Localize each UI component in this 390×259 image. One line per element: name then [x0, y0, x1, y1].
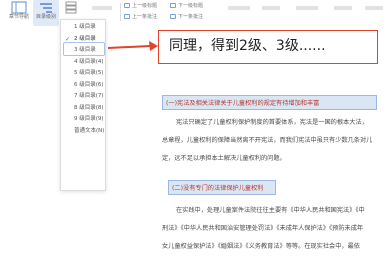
- dropdown-item-label: 5 级目录(5): [74, 70, 104, 76]
- dropdown-item-label: 9 级目录(9): [74, 116, 104, 122]
- dropdown-item-label: 7 级目录(7): [74, 93, 104, 99]
- next-heading-label: 下一级标题: [178, 3, 204, 9]
- dropdown-item-label: 2 级目录: [74, 35, 96, 42]
- arrow-right-icon: [107, 41, 158, 51]
- prev-comment-icon: [124, 14, 130, 19]
- stack-icon: [65, 1, 77, 14]
- dropdown-item-level-1[interactable]: 1 级目录: [61, 22, 105, 34]
- outline-level-icon: [40, 3, 52, 13]
- dropdown-item-level-5[interactable]: 5 级目录(5): [61, 68, 105, 80]
- dropdown-item-label: 3 级目录: [74, 47, 96, 53]
- dropdown-item-label: 6 级目录(6): [74, 81, 104, 88]
- dropdown-item-level-2[interactable]: ✓ 2 级目录: [61, 34, 105, 46]
- outline-level-dropdown: 1 级目录 ✓ 2 级目录 3 级目录 4 级目录(4) 5 级目录(5) 6 …: [60, 19, 106, 191]
- prev-comment-button[interactable]: 上一条批注: [124, 13, 157, 20]
- outline-level-button[interactable]: 目录级别: [33, 0, 59, 26]
- faint-toolbar-item: [262, 6, 280, 10]
- paragraph-line: 女儿童权益保护法》《婚姻法》《义务教育法》等等。在现实社会中，最依: [162, 243, 360, 250]
- dropdown-item-label: 1 级目录: [74, 24, 96, 30]
- next-heading-icon: [170, 3, 176, 8]
- prev-heading-button[interactable]: 上一级标题: [124, 2, 157, 9]
- heading-level-2[interactable]: (二)没有专门的法律保护儿童权利: [168, 180, 276, 195]
- chapter-nav-label: 章节导航: [8, 14, 29, 20]
- faint-toolbar-item: [365, 6, 383, 10]
- next-heading-button[interactable]: 下一级标题: [170, 2, 203, 9]
- paragraph-line: 宪法只确定了儿童权利保护制度的首要体系，宪法是一国的根本大法，: [176, 119, 368, 126]
- dropdown-item-label: 普通文本(N): [74, 127, 105, 134]
- checkmark-icon: ✓: [65, 35, 71, 43]
- dropdown-item-label: 4 级目录(4): [74, 58, 104, 65]
- paragraph-line: 总章程，儿童权利的保障当然离不开宪法，而我们宪法中虽只有少数几条对儿: [162, 137, 373, 144]
- paragraph-line: 在实践中，处理儿童案件法院往往主要有《中华人民共和国宪法》《中: [176, 207, 365, 214]
- next-comment-label: 下一条批注: [178, 14, 204, 20]
- word-document-window: 章节导航 目录级别 ▾ 上一级标题 上一条批注: [0, 0, 390, 259]
- outline-level-label: 目录级别: [35, 14, 56, 20]
- dropdown-item-level-4[interactable]: 4 级目录(4): [61, 57, 105, 69]
- dropdown-item-level-7[interactable]: 7 级目录(7): [61, 91, 105, 103]
- dropdown-item-body-text[interactable]: 普通文本(N): [61, 126, 105, 138]
- annotation-callout: 同理，得到2级、3级......: [158, 30, 378, 64]
- next-comment-button[interactable]: 下一条批注: [170, 13, 203, 20]
- prev-heading-label: 上一级标题: [132, 3, 158, 9]
- paragraph-line: 定，远不足以承担本土解决儿童权利的问题。: [162, 155, 286, 162]
- next-comment-icon: [170, 14, 176, 19]
- reference-toolbar: 章节导航 目录级别 ▾ 上一级标题 上一条批注: [0, 0, 390, 31]
- dropdown-item-level-8[interactable]: 8 级目录(8): [61, 103, 105, 115]
- dropdown-item-label: 8 级目录(8): [74, 104, 104, 111]
- dropdown-item-level-3[interactable]: 3 级目录: [61, 45, 105, 57]
- faint-toolbar-item: [334, 6, 352, 10]
- prev-comment-label: 上一条批注: [132, 14, 158, 20]
- paragraph-line: 刑法》《中华人民共和国治安管理处罚法》《未成年人保护法》《预防未成年: [162, 225, 364, 232]
- heading-level-1[interactable]: (一)宪法及相关法律关于儿童权利的规定有待增加和丰富: [162, 95, 377, 110]
- faint-toolbar-item: [296, 6, 318, 10]
- chapter-nav-button[interactable]: 章节导航: [6, 0, 32, 21]
- dropdown-item-level-6[interactable]: 6 级目录(6): [61, 80, 105, 92]
- faint-toolbar-item: [228, 6, 250, 10]
- dropdown-item-level-9[interactable]: 9 级目录(9): [61, 114, 105, 126]
- prev-heading-icon: [124, 3, 130, 8]
- navigation-icon: [11, 1, 27, 14]
- toolbar-divider: [120, 3, 121, 21]
- faint-toolbar-item: [92, 6, 112, 10]
